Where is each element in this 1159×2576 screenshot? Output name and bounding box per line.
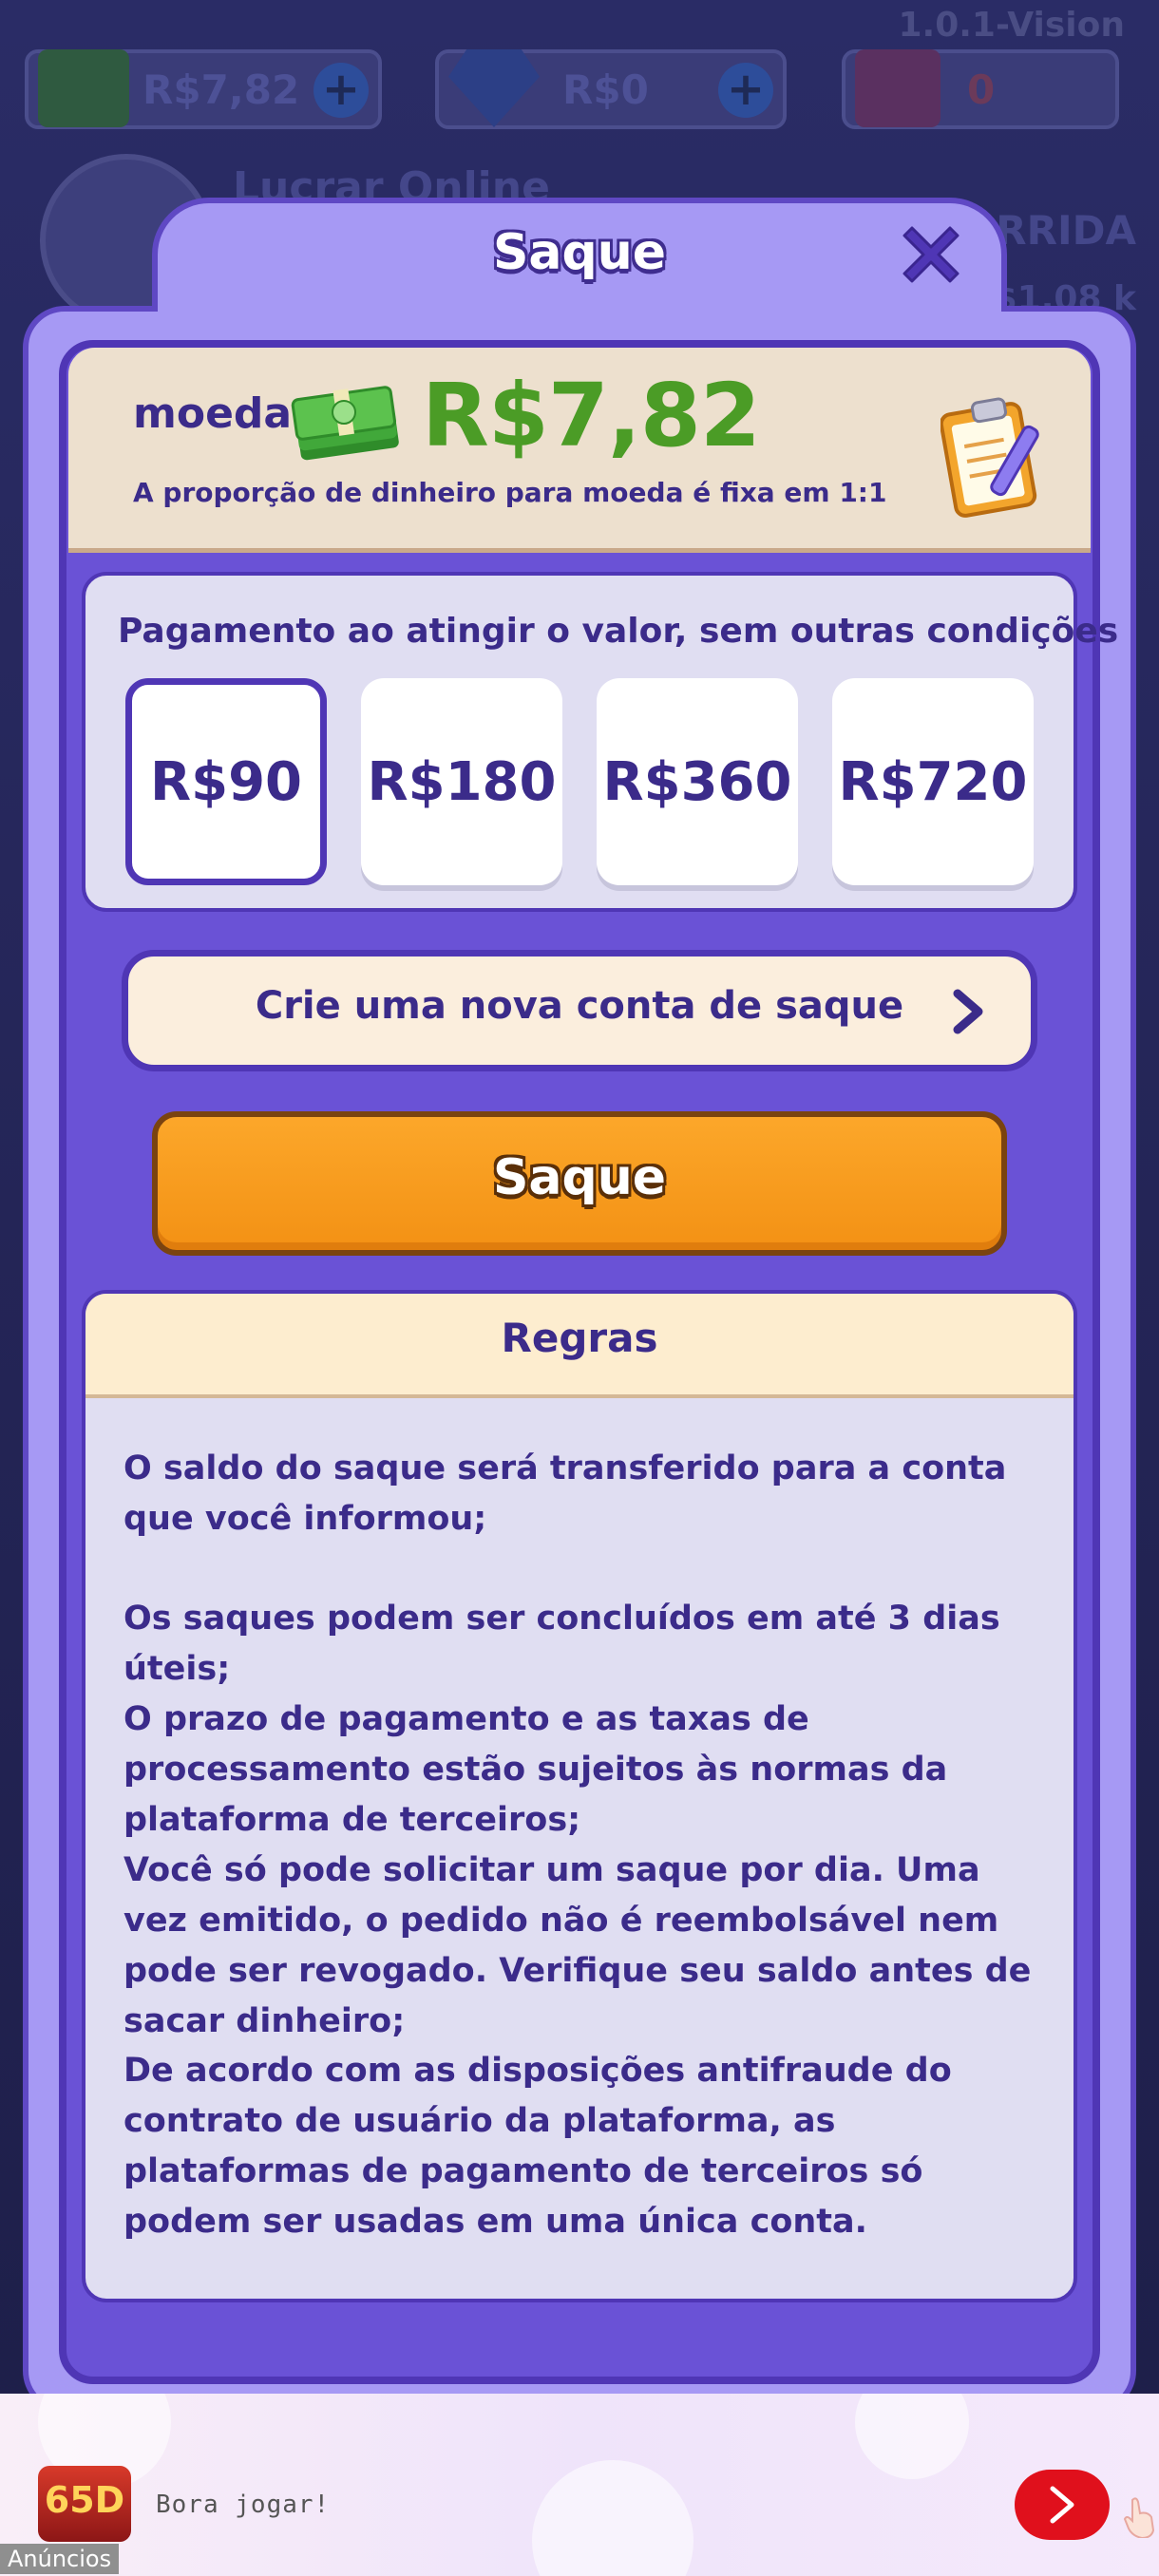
withdraw-button-label: Saque <box>492 1149 667 1206</box>
ad-text: Bora jogar! <box>156 2491 331 2519</box>
rule-item: Você só pode solicitar um saque por dia.… <box>124 1851 1032 2040</box>
version-label: 1.0.1-Vision <box>898 6 1125 45</box>
cash-balance-value: R$7,82 <box>142 66 300 113</box>
modal-tab-joint <box>158 304 1001 323</box>
diamond-balance-value: R$0 <box>562 66 649 113</box>
vip-icon <box>855 49 940 127</box>
rule-item: O saldo do saque será transferido para a… <box>124 1449 1007 1538</box>
clipboard-icon[interactable] <box>940 389 1054 518</box>
vip-pill: 0 <box>842 49 1119 129</box>
rule-item: Os saques podem ser concluídos em até 3 … <box>124 1600 1000 1688</box>
add-diamond-button[interactable]: + <box>718 63 773 118</box>
vip-count: 0 <box>967 66 996 113</box>
balance-value: R$7,82 <box>422 365 761 466</box>
rule-item: O prazo de pagamento e as taxas de proce… <box>124 1700 948 1839</box>
rule-item: De acordo com as disposições antifraude … <box>124 2052 952 2241</box>
close-icon[interactable] <box>893 217 969 293</box>
chevron-right-icon <box>1050 2486 1074 2524</box>
cash-stack-icon <box>291 386 399 461</box>
diamond-balance-pill: R$0 + <box>435 49 787 129</box>
diamond-icon <box>448 49 540 127</box>
cash-icon <box>38 49 129 127</box>
modal-title: Saque <box>492 224 667 281</box>
amount-option-90[interactable]: R$90 <box>125 678 327 885</box>
cash-balance-pill: R$7,82 + <box>25 49 382 129</box>
pointer-hand-icon <box>1123 2497 1155 2538</box>
add-cash-button[interactable]: + <box>314 63 369 118</box>
amount-option-720[interactable]: R$720 <box>832 678 1034 885</box>
amount-caption: Pagamento ao atingir o valor, sem outras… <box>118 612 1119 651</box>
ad-logo-text: 65D <box>44 2479 125 2521</box>
amount-option-180[interactable]: R$180 <box>361 678 562 885</box>
chevron-right-icon <box>953 989 983 1034</box>
ad-badge: Anúncios <box>0 2544 120 2574</box>
amount-option-360[interactable]: R$360 <box>597 678 798 885</box>
ad-banner[interactable] <box>0 2394 1159 2576</box>
currency-label: moeda <box>133 389 293 438</box>
rules-title: Regras <box>501 1315 658 1361</box>
ratio-text: A proporção de dinheiro para moeda é fix… <box>133 477 887 508</box>
